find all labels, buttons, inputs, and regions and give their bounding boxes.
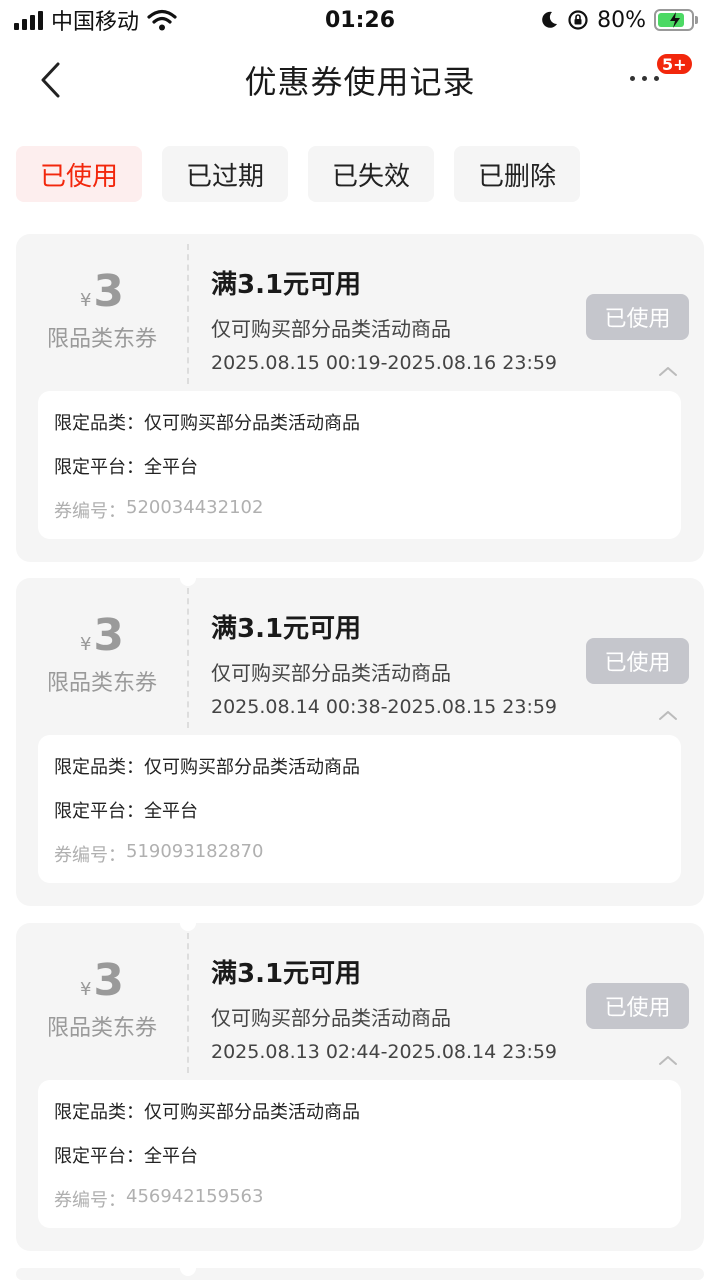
coupon-info: 满3.1元可用 仅可购买部分品类活动商品 2025.08.13 02:44-20…	[211, 953, 581, 1063]
category-value: 仅可购买部分品类活动商品	[144, 757, 360, 778]
currency-symbol: ¥	[79, 289, 92, 311]
coupon-card-partial[interactable]	[16, 1260, 704, 1280]
coupon-amount: ¥ 3	[80, 266, 124, 317]
status-right: 80%	[539, 8, 698, 33]
coupon-condition: 满3.1元可用	[211, 614, 362, 644]
category-value: 仅可购买部分品类活动商品	[144, 1102, 360, 1123]
page-title: 优惠券使用记录	[244, 63, 476, 101]
more-icon	[630, 76, 659, 81]
tab-expired[interactable]: 已过期	[162, 146, 288, 202]
coupon-amount: ¥ 3	[80, 610, 124, 661]
category-label: 限定品类：	[54, 413, 144, 434]
coupon-value: ¥ 3 限品类东券	[16, 923, 188, 1073]
dashed-divider	[187, 933, 189, 1073]
chevron-up-icon[interactable]	[658, 1053, 678, 1067]
card-notch	[180, 1260, 196, 1276]
coupon-amount: ¥ 3	[80, 955, 124, 1006]
platform-value: 全平台	[144, 457, 198, 478]
orientation-lock-icon	[568, 10, 588, 30]
code-value: 520034432102	[126, 497, 264, 518]
detail-code: 券编号： 456942159563	[54, 1186, 665, 1230]
coupon-info: 满3.1元可用 仅可购买部分品类活动商品 2025.08.15 00:19-20…	[211, 264, 581, 374]
coupon-validity: 2025.08.14 00:38-2025.08.15 23:59	[211, 696, 558, 718]
code-label: 券编号：	[54, 1190, 126, 1211]
used-status-button[interactable]: 已使用	[586, 638, 689, 684]
battery-percent: 80%	[597, 7, 646, 33]
amount-number: 3	[93, 265, 125, 317]
signal-icon	[14, 10, 43, 30]
platform-value: 全平台	[144, 1146, 198, 1167]
nav-bar: 优惠券使用记录 5+	[0, 40, 720, 120]
carrier-name: 中国移动	[51, 10, 140, 35]
coupon-condition: 满3.1元可用	[211, 270, 362, 300]
code-value: 456942159563	[126, 1186, 264, 1207]
coupon-validity: 2025.08.13 02:44-2025.08.14 23:59	[211, 1041, 558, 1063]
category-label: 限定品类：	[54, 757, 144, 778]
battery-charging-icon	[654, 9, 698, 31]
coupon-value: ¥ 3 限品类东券	[16, 578, 188, 728]
category-value: 仅可购买部分品类活动商品	[144, 413, 360, 434]
tab-invalid[interactable]: 已失效	[308, 146, 434, 202]
used-status-button[interactable]: 已使用	[586, 983, 689, 1029]
currency-symbol: ¥	[79, 633, 92, 655]
coupon-scope: 仅可购买部分品类活动商品	[211, 661, 451, 685]
detail-platform: 限定平台： 全平台	[54, 1142, 665, 1186]
coupon-type: 限品类东券	[46, 670, 157, 696]
coupon-info: 满3.1元可用 仅可购买部分品类活动商品 2025.08.14 00:38-20…	[211, 608, 581, 718]
code-value: 519093182870	[126, 841, 264, 862]
coupon-validity: 2025.08.15 00:19-2025.08.16 23:59	[211, 352, 558, 374]
detail-category: 限定品类： 仅可购买部分品类活动商品	[54, 409, 665, 453]
category-label: 限定品类：	[54, 1102, 144, 1123]
moon-icon	[542, 11, 558, 28]
coupon-card[interactable]: ¥ 3 限品类东券 满3.1元可用 仅可购买部分品类活动商品 2025.08.1…	[16, 915, 704, 1251]
coupon-details: 限定品类： 仅可购买部分品类活动商品 限定平台： 全平台 券编号： 520034…	[38, 391, 681, 539]
coupon-card[interactable]: ¥ 3 限品类东券 满3.1元可用 仅可购买部分品类活动商品 2025.08.1…	[16, 234, 704, 562]
coupon-scope: 仅可购买部分品类活动商品	[211, 1006, 451, 1030]
coupon-type: 限品类东券	[46, 1015, 157, 1041]
coupon-details: 限定品类： 仅可购买部分品类活动商品 限定平台： 全平台 券编号： 456942…	[38, 1080, 681, 1228]
chevron-up-icon[interactable]	[658, 364, 678, 378]
platform-label: 限定平台：	[54, 457, 144, 478]
detail-category: 限定品类： 仅可购买部分品类活动商品	[54, 1098, 665, 1142]
code-label: 券编号：	[54, 845, 126, 866]
chevron-up-icon[interactable]	[658, 708, 678, 722]
tab-used[interactable]: 已使用	[16, 146, 142, 202]
platform-label: 限定平台：	[54, 801, 144, 822]
dashed-divider	[187, 244, 189, 384]
platform-label: 限定平台：	[54, 1146, 144, 1167]
status-tabs: 已使用 已过期 已失效 已删除	[16, 146, 580, 202]
detail-code: 券编号： 520034432102	[54, 497, 665, 541]
detail-platform: 限定平台： 全平台	[54, 453, 665, 497]
coupon-card[interactable]: ¥ 3 限品类东券 满3.1元可用 仅可购买部分品类活动商品 2025.08.1…	[16, 570, 704, 906]
platform-value: 全平台	[144, 801, 198, 822]
back-icon	[41, 62, 60, 98]
code-label: 券编号：	[54, 501, 126, 522]
detail-platform: 限定平台： 全平台	[54, 797, 665, 841]
detail-category: 限定品类： 仅可购买部分品类活动商品	[54, 753, 665, 797]
coupon-details: 限定品类： 仅可购买部分品类活动商品 限定平台： 全平台 券编号： 519093…	[38, 735, 681, 883]
more-button[interactable]: 5+	[622, 52, 694, 98]
dashed-divider	[187, 588, 189, 728]
coupon-scope: 仅可购买部分品类活动商品	[211, 317, 451, 341]
back-button[interactable]	[30, 60, 70, 100]
used-status-button[interactable]: 已使用	[586, 294, 689, 340]
amount-number: 3	[93, 954, 125, 1006]
status-bar: 中国移动 01:26 80%	[0, 0, 720, 40]
coupon-value: ¥ 3 限品类东券	[16, 234, 188, 384]
status-left: 中国移动	[14, 4, 177, 36]
amount-number: 3	[93, 609, 125, 661]
notification-badge: 5+	[655, 52, 694, 76]
coupon-type: 限品类东券	[46, 326, 157, 352]
coupon-condition: 满3.1元可用	[211, 959, 362, 989]
tab-deleted[interactable]: 已删除	[454, 146, 580, 202]
currency-symbol: ¥	[79, 978, 92, 1000]
detail-code: 券编号： 519093182870	[54, 841, 665, 885]
wifi-icon	[147, 9, 177, 31]
